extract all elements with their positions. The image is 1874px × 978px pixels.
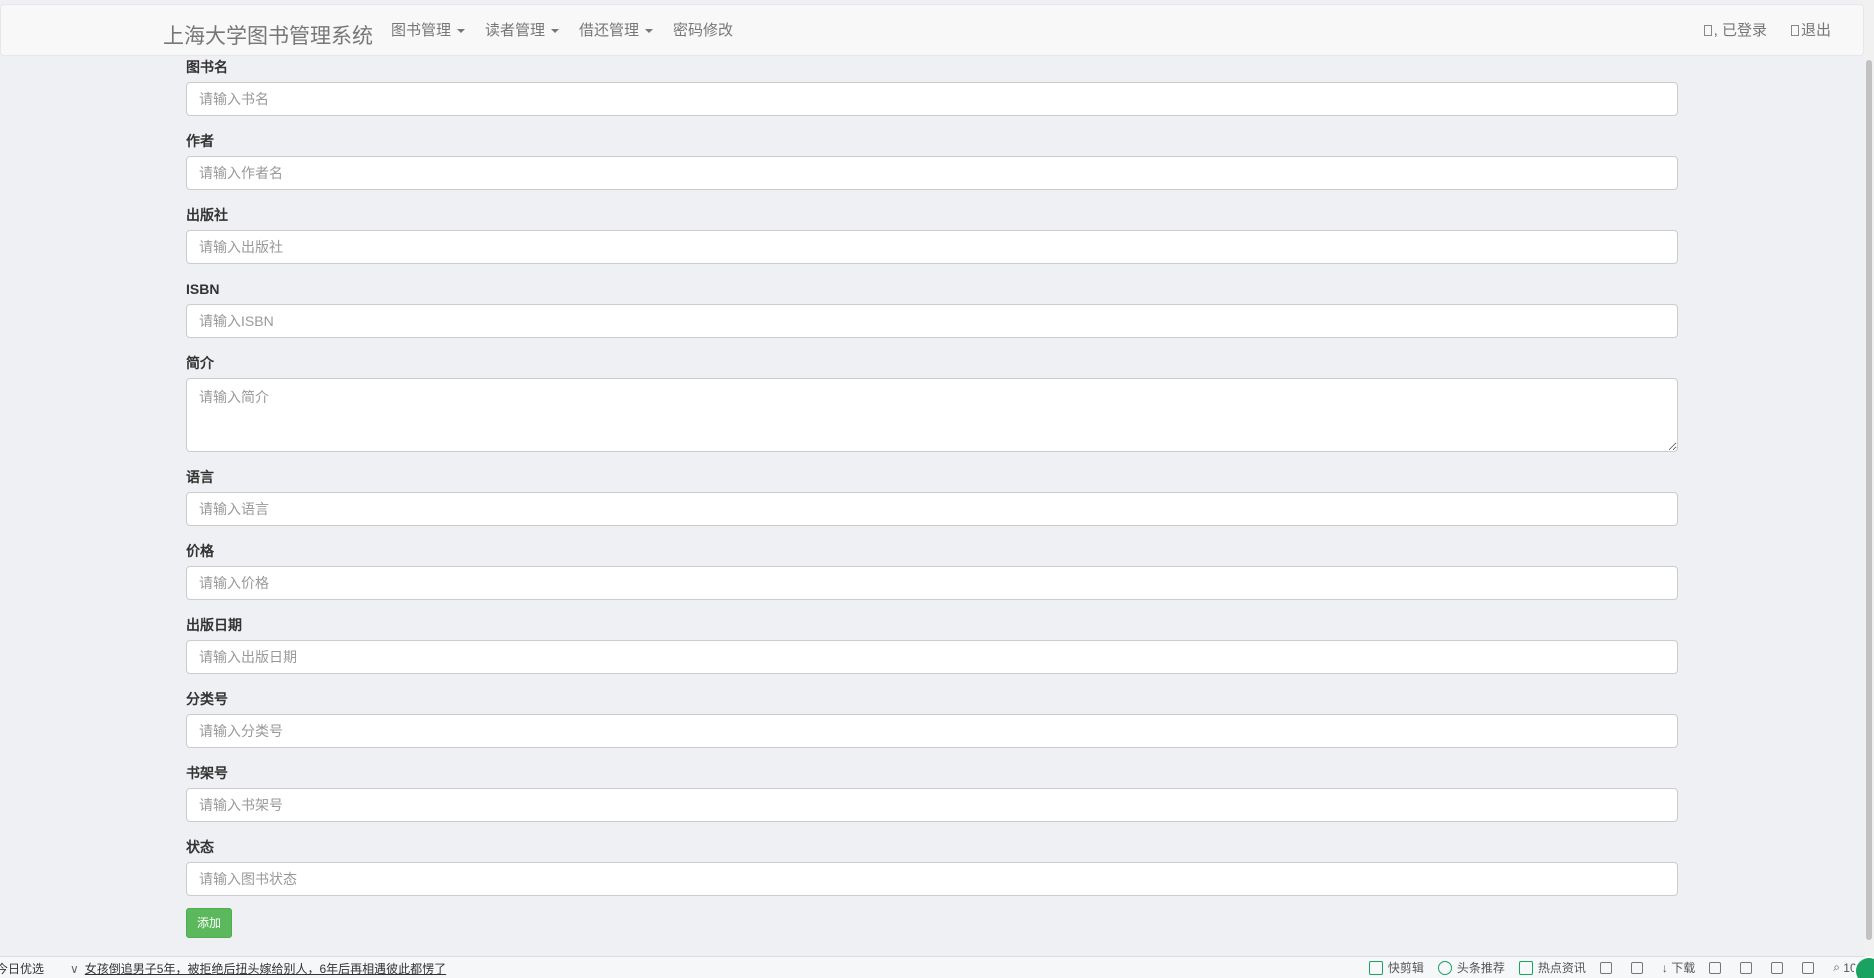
user-icon (1703, 25, 1712, 36)
logout-link[interactable]: 退出 (1779, 5, 1843, 57)
add-book-form: 图书名 作者 出版社 ISBN 简介 语言 价格 出版日期 分类号 书架号 状态 (186, 56, 1678, 938)
main-menu: 图书管理 读者管理 借还管理 密码修改 (381, 5, 743, 57)
field-language: 语言 (186, 466, 1678, 526)
language-input[interactable] (186, 492, 1678, 526)
logout-icon (1790, 25, 1799, 36)
user-menu: , 已登录 退出 (1692, 5, 1843, 57)
publisher-input[interactable] (186, 230, 1678, 264)
browser-statusbar: 今日优选 ∨ 女孩倒追男子5年，被拒绝后扭头嫁给别人，6年后再相遇彼此都愣了 快剪… (0, 956, 1874, 978)
field-book-name: 图书名 (186, 56, 1678, 116)
headline-button[interactable]: 头条推荐 (1437, 959, 1505, 976)
quick-edit-button[interactable]: 快剪辑 (1368, 959, 1424, 976)
field-publisher: 出版社 (186, 204, 1678, 264)
speed-button[interactable] (1599, 959, 1617, 976)
field-label: 书架号 (186, 765, 228, 781)
menu-label: 读者管理 (485, 22, 546, 39)
top-navbar: 上海大学图书管理系统 图书管理 读者管理 借还管理 密码修改 , 已登录 退出 (0, 4, 1864, 56)
hot-news-button[interactable]: 热点资讯 (1518, 959, 1586, 976)
price-input[interactable] (186, 566, 1678, 600)
shelf-number-input[interactable] (186, 788, 1678, 822)
flag-icon (1709, 961, 1722, 974)
volume-icon (1802, 961, 1815, 974)
logout-label: 退出 (1800, 22, 1831, 39)
user-status[interactable]: , 已登录 (1692, 5, 1779, 57)
caret-down-icon (457, 29, 466, 34)
volume-button[interactable] (1802, 959, 1819, 976)
field-label: 作者 (186, 133, 214, 149)
isbn-input[interactable] (186, 304, 1678, 338)
news-link[interactable]: 女孩倒追男子5年，被拒绝后扭头嫁给别人，6年后再相遇彼此都愣了 (85, 962, 446, 976)
field-label: 图书名 (186, 59, 228, 75)
search-icon: ⌕ (1833, 960, 1844, 974)
field-introduction: 简介 (186, 352, 1678, 452)
field-label: 语言 (186, 469, 214, 485)
window-button[interactable] (1771, 959, 1788, 976)
add-button[interactable]: 添加 (186, 908, 232, 938)
field-author: 作者 (186, 130, 1678, 190)
download-button[interactable]: ↓ 下载 (1662, 959, 1695, 976)
introduction-textarea[interactable] (186, 378, 1678, 452)
menu-change-password[interactable]: 密码修改 (663, 5, 743, 57)
caret-down-icon (645, 29, 654, 34)
menu-reader-management[interactable]: 读者管理 (475, 5, 569, 57)
author-input[interactable] (186, 156, 1678, 190)
video-edit-icon (1368, 960, 1383, 975)
window-icon (1771, 961, 1784, 974)
publish-date-input[interactable] (186, 640, 1678, 674)
translate-button[interactable] (1709, 959, 1726, 976)
scrollbar-thumb[interactable] (1866, 60, 1872, 940)
pin-button[interactable] (1630, 959, 1648, 976)
news-ticker[interactable]: ∨ 女孩倒追男子5年，被拒绝后扭头嫁给别人，6年后再相遇彼此都愣了 (70, 960, 446, 977)
play-icon (1437, 960, 1452, 975)
field-class-number: 分类号 (186, 688, 1678, 748)
class-number-input[interactable] (186, 714, 1678, 748)
today-picks[interactable]: 今日优选 (0, 960, 44, 977)
field-isbn: ISBN (186, 278, 1678, 338)
news-icon (1518, 960, 1533, 975)
sb-label: 热点资讯 (1537, 961, 1586, 975)
page-scrollbar[interactable] (1864, 0, 1874, 956)
status-input[interactable] (186, 862, 1678, 896)
field-shelf-number: 书架号 (186, 762, 1678, 822)
menu-label: 密码修改 (673, 22, 734, 39)
browser-icon (1740, 961, 1753, 974)
menu-label: 图书管理 (391, 22, 452, 39)
field-publish-date: 出版日期 (186, 614, 1678, 674)
pin-icon (1630, 961, 1643, 974)
field-label: ISBN (186, 281, 220, 297)
user-status-label: , 已登录 (1713, 22, 1767, 39)
field-label: 简介 (186, 355, 214, 371)
book-name-input[interactable] (186, 82, 1678, 116)
menu-label: 借还管理 (579, 22, 640, 39)
sb-label: 头条推荐 (1456, 961, 1505, 975)
field-status: 状态 (186, 836, 1678, 896)
menu-book-management[interactable]: 图书管理 (381, 5, 475, 57)
statusbar-tools: 快剪辑 头条推荐 热点资讯 ↓ 下载 ⌕ 100% (1355, 959, 1874, 976)
chevron-down-icon: ∨ (70, 962, 79, 976)
browser-button[interactable] (1740, 959, 1757, 976)
field-label: 出版日期 (186, 617, 242, 633)
menu-borrow-return[interactable]: 借还管理 (569, 5, 663, 57)
sb-label: 快剪辑 (1387, 961, 1424, 975)
speed-icon (1599, 961, 1612, 974)
field-price: 价格 (186, 540, 1678, 600)
field-label: 状态 (186, 839, 214, 855)
download-icon: ↓ (1661, 960, 1672, 975)
sb-label: 下载 (1671, 961, 1696, 975)
field-label: 分类号 (186, 691, 228, 707)
field-label: 价格 (186, 543, 214, 559)
caret-down-icon (551, 29, 560, 34)
brand-title[interactable]: 上海大学图书管理系统 (163, 20, 373, 50)
field-label: 出版社 (186, 207, 228, 223)
